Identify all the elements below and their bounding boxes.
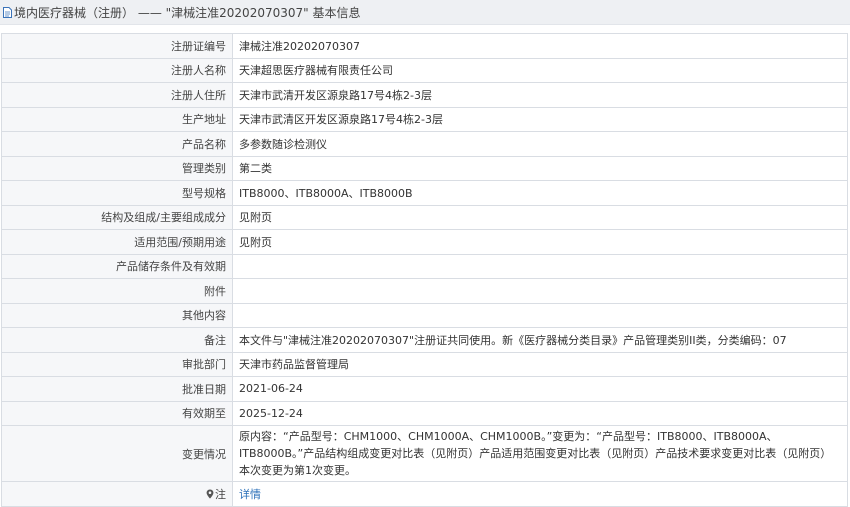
row-label: 附件 — [1, 278, 233, 304]
row-label: 适用范围/预期用途 — [1, 229, 233, 255]
table-row: 变更情况 原内容：“产品型号：CHM1000、CHM1000A、CHM1000B… — [1, 425, 848, 482]
table-row: 产品名称 多参数随诊检测仪 — [1, 131, 848, 157]
table-row-note: 注 详情 — [1, 481, 848, 507]
row-value: 津械注准20202070307 — [232, 33, 848, 59]
row-label: 型号规格 — [1, 180, 233, 206]
row-label: 结构及组成/主要组成成分 — [1, 204, 233, 230]
row-label: 其他内容 — [1, 302, 233, 328]
location-pin-icon — [206, 489, 214, 499]
table-row: 注册证编号 津械注准20202070307 — [1, 33, 848, 59]
info-table: 注册证编号 津械注准20202070307 注册人名称 天津超思医疗器械有限责任… — [1, 33, 848, 507]
table-row: 结构及组成/主要组成成分 见附页 — [1, 204, 848, 230]
row-label: 产品储存条件及有效期 — [1, 253, 233, 279]
row-value: 天津市武清区开发区源泉路17号4栋2-3层 — [232, 106, 848, 132]
table-row: 适用范围/预期用途 见附页 — [1, 229, 848, 255]
row-label: 注册证编号 — [1, 33, 233, 59]
row-label: 注册人名称 — [1, 57, 233, 83]
table-row: 批准日期 2021-06-24 — [1, 376, 848, 402]
table-row: 有效期至 2025-12-24 — [1, 400, 848, 426]
row-label: 管理类别 — [1, 155, 233, 181]
table-row: 注册人住所 天津市武清开发区源泉路17号4栋2-3层 — [1, 82, 848, 108]
row-label: 变更情况 — [1, 425, 233, 482]
table-row: 管理类别 第二类 — [1, 155, 848, 181]
table-row: 生产地址 天津市武清区开发区源泉路17号4栋2-3层 — [1, 106, 848, 132]
row-value: 天津超思医疗器械有限责任公司 — [232, 57, 848, 83]
page-title: 境内医疗器械（注册） —— "津械注准20202070307" 基本信息 — [14, 5, 361, 20]
row-value — [232, 302, 848, 328]
row-value — [232, 253, 848, 279]
table-row: 附件 — [1, 278, 848, 304]
row-value: 2021-06-24 — [232, 376, 848, 402]
row-value: 多参数随诊检测仪 — [232, 131, 848, 157]
row-value — [232, 278, 848, 304]
row-label: 批准日期 — [1, 376, 233, 402]
row-label: 有效期至 — [1, 400, 233, 426]
table-row: 审批部门 天津市药品监督管理局 — [1, 351, 848, 377]
note-value-cell: 详情 — [232, 481, 848, 507]
row-label: 审批部门 — [1, 351, 233, 377]
note-label-cell: 注 — [1, 481, 233, 507]
table-row: 注册人名称 天津超思医疗器械有限责任公司 — [1, 57, 848, 83]
row-value: 天津市武清开发区源泉路17号4栋2-3层 — [232, 82, 848, 108]
table-row: 其他内容 — [1, 302, 848, 328]
table-row: 型号规格 ITB8000、ITB8000A、ITB8000B — [1, 180, 848, 206]
row-label: 产品名称 — [1, 131, 233, 157]
row-label: 备注 — [1, 327, 233, 353]
row-value: 原内容：“产品型号：CHM1000、CHM1000A、CHM1000B。”变更为… — [232, 425, 848, 482]
page-header: 境内医疗器械（注册） —— "津械注准20202070307" 基本信息 — [0, 0, 850, 25]
row-label: 生产地址 — [1, 106, 233, 132]
row-value: 见附页 — [232, 204, 848, 230]
table-row: 产品储存条件及有效期 — [1, 253, 848, 279]
table-row: 备注 本文件与"津械注准20202070307"注册证共同使用。新《医疗器械分类… — [1, 327, 848, 353]
row-value: 2025-12-24 — [232, 400, 848, 426]
row-value: 天津市药品监督管理局 — [232, 351, 848, 377]
row-value: 本文件与"津械注准20202070307"注册证共同使用。新《医疗器械分类目录》… — [232, 327, 848, 353]
row-value: 第二类 — [232, 155, 848, 181]
document-icon — [3, 6, 12, 18]
row-value: 见附页 — [232, 229, 848, 255]
row-value: ITB8000、ITB8000A、ITB8000B — [232, 180, 848, 206]
row-label: 注册人住所 — [1, 82, 233, 108]
